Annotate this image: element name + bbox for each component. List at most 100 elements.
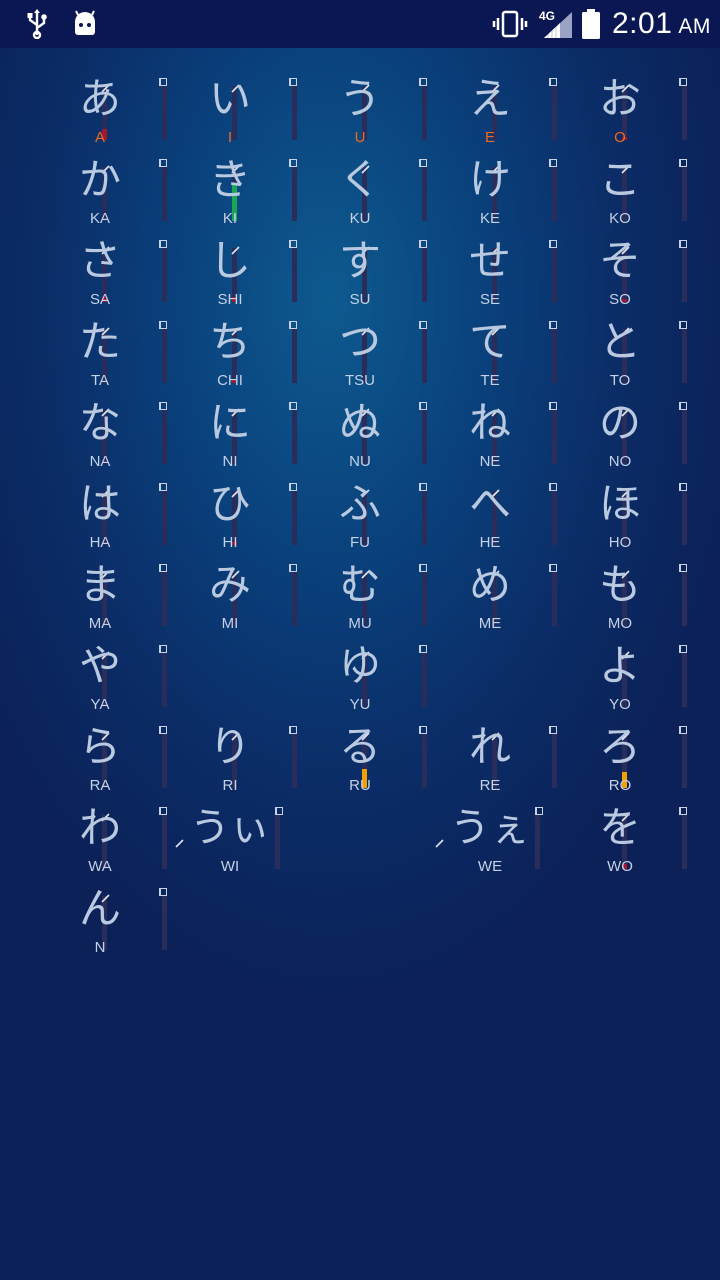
kana-glyph: ん bbox=[78, 884, 121, 933]
kana-cell[interactable]: いI bbox=[165, 70, 297, 151]
kana-cell[interactable]: ゆ YU bbox=[295, 637, 427, 718]
kana-cell[interactable]: と TO bbox=[555, 313, 687, 394]
kana-glyph: あ bbox=[78, 74, 121, 123]
kana-glyph: ま bbox=[78, 560, 121, 609]
romaji-label: SA bbox=[89, 291, 110, 308]
kana-glyph: つ bbox=[338, 317, 381, 366]
kana-glyph: う bbox=[338, 74, 381, 123]
romaji-label: WI bbox=[220, 858, 240, 875]
romaji-label: HA bbox=[89, 534, 111, 551]
kana-glyph: し bbox=[208, 236, 251, 285]
romaji-label: NI bbox=[222, 453, 238, 470]
kana-cell[interactable]: も MO bbox=[555, 556, 687, 637]
kana-row: ま MA み MI む MU め ME も MO bbox=[0, 556, 720, 637]
kana-cell[interactable]: く KU bbox=[295, 151, 427, 232]
kana-cell[interactable]: うU bbox=[295, 70, 427, 151]
kana-cell[interactable]: んN bbox=[35, 880, 167, 961]
kana-glyph: め bbox=[468, 560, 511, 609]
kana-cell[interactable]: ふ FU bbox=[295, 475, 427, 556]
kana-cell[interactable]: は HA bbox=[35, 475, 167, 556]
kana-cell[interactable]: ほ HO bbox=[555, 475, 687, 556]
kana-cell[interactable]: ろ RO bbox=[555, 718, 687, 799]
romaji-label: HE bbox=[479, 534, 501, 551]
romaji-label: ME bbox=[478, 615, 502, 632]
kana-glyph: す bbox=[338, 236, 381, 285]
kana-cell[interactable]: る RU bbox=[295, 718, 427, 799]
kana-cell[interactable]: ぬ NU bbox=[295, 394, 427, 475]
kana-cell[interactable]: ら RA bbox=[35, 718, 167, 799]
kana-cell[interactable]: れ RE bbox=[425, 718, 557, 799]
kana-cell[interactable]: つ TSU bbox=[295, 313, 427, 394]
kana-cell[interactable]: け KE bbox=[425, 151, 557, 232]
kana-cell[interactable]: め ME bbox=[425, 556, 557, 637]
romaji-label: SU bbox=[349, 291, 371, 308]
romaji-label: E bbox=[484, 129, 495, 146]
kana-glyph: に bbox=[208, 398, 251, 447]
romaji-label: KO bbox=[609, 210, 631, 227]
kana-glyph: こ bbox=[598, 155, 641, 204]
romaji-label: RA bbox=[89, 777, 111, 794]
kana-cell[interactable]: うぃ WI bbox=[165, 799, 295, 880]
romaji-label: RE bbox=[479, 777, 501, 794]
kana-cell[interactable]: む MU bbox=[295, 556, 427, 637]
kana-glyph: うぃ bbox=[190, 805, 270, 851]
kana-glyph: ほ bbox=[598, 479, 641, 528]
romaji-label: SE bbox=[479, 291, 500, 308]
romaji-label: KI bbox=[222, 210, 238, 227]
kana-cell[interactable]: おO bbox=[555, 70, 687, 151]
kana-row: ら RA り RI る RU れ RE ろ RO bbox=[0, 718, 720, 799]
kana-cell[interactable]: こ KO bbox=[555, 151, 687, 232]
kana-cell[interactable]: に NI bbox=[165, 394, 297, 475]
kana-glyph: そ bbox=[598, 236, 641, 285]
romaji-label: I bbox=[227, 129, 233, 146]
kana-cell[interactable]: さ SA bbox=[35, 232, 167, 313]
romaji-label: MI bbox=[221, 615, 239, 632]
clock-ampm: AM bbox=[678, 15, 711, 38]
kana-cell[interactable]: ま MA bbox=[35, 556, 167, 637]
kana-cell[interactable]: へ HE bbox=[425, 475, 557, 556]
romaji-label: YU bbox=[349, 696, 371, 713]
kana-row: わ WA うぃ WI うぇ WE を WO bbox=[0, 799, 720, 880]
kana-cell[interactable]: ち CHI bbox=[165, 313, 297, 394]
kana-glyph: や bbox=[78, 641, 121, 690]
romaji-label: MA bbox=[88, 615, 112, 632]
battery-icon bbox=[580, 0, 602, 48]
romaji-label: RI bbox=[222, 777, 238, 794]
kana-cell[interactable]: ね NE bbox=[425, 394, 557, 475]
kana-glyph: ね bbox=[468, 398, 511, 447]
kana-cell[interactable]: す SU bbox=[295, 232, 427, 313]
kana-cell[interactable]: き KI bbox=[165, 151, 297, 232]
kana-cell[interactable]: わ WA bbox=[35, 799, 167, 880]
kana-glyph: み bbox=[208, 560, 251, 609]
kana-glyph: か bbox=[78, 155, 121, 204]
romaji-label: YO bbox=[609, 696, 631, 713]
kana-cell[interactable]: あA bbox=[35, 70, 167, 151]
romaji-label: HO bbox=[608, 534, 632, 551]
kana-glyph: さ bbox=[78, 236, 121, 285]
kana-glyph: ら bbox=[78, 722, 121, 771]
kana-cell[interactable]: や YA bbox=[35, 637, 167, 718]
kana-glyph: と bbox=[598, 317, 641, 366]
kana-cell[interactable]: うぇ WE bbox=[425, 799, 555, 880]
kana-cell[interactable]: り RI bbox=[165, 718, 297, 799]
kana-cell[interactable]: えE bbox=[425, 70, 557, 151]
kana-cell[interactable]: か KA bbox=[35, 151, 167, 232]
kana-cell[interactable]: ひ HI bbox=[165, 475, 297, 556]
romaji-label: NO bbox=[608, 453, 632, 470]
kana-cell[interactable]: そ SO bbox=[555, 232, 687, 313]
kana-cell[interactable]: て TE bbox=[425, 313, 557, 394]
kana-glyph: る bbox=[338, 722, 381, 771]
romaji-label: KU bbox=[349, 210, 371, 227]
kana-cell[interactable]: し SHI bbox=[165, 232, 297, 313]
kana-glyph: り bbox=[208, 722, 251, 771]
kana-cell[interactable]: み MI bbox=[165, 556, 297, 637]
kana-row: か KA き KI く KU け KE こ KO bbox=[0, 151, 720, 232]
kana-cell[interactable]: せ SE bbox=[425, 232, 557, 313]
kana-glyph: き bbox=[208, 155, 251, 204]
kana-cell[interactable]: な NA bbox=[35, 394, 167, 475]
kana-cell[interactable]: の NO bbox=[555, 394, 687, 475]
kana-cell[interactable]: よ YO bbox=[555, 637, 687, 718]
kana-cell[interactable]: た TA bbox=[35, 313, 167, 394]
kana-glyph: わ bbox=[78, 803, 121, 852]
kana-cell[interactable]: を WO bbox=[555, 799, 687, 880]
